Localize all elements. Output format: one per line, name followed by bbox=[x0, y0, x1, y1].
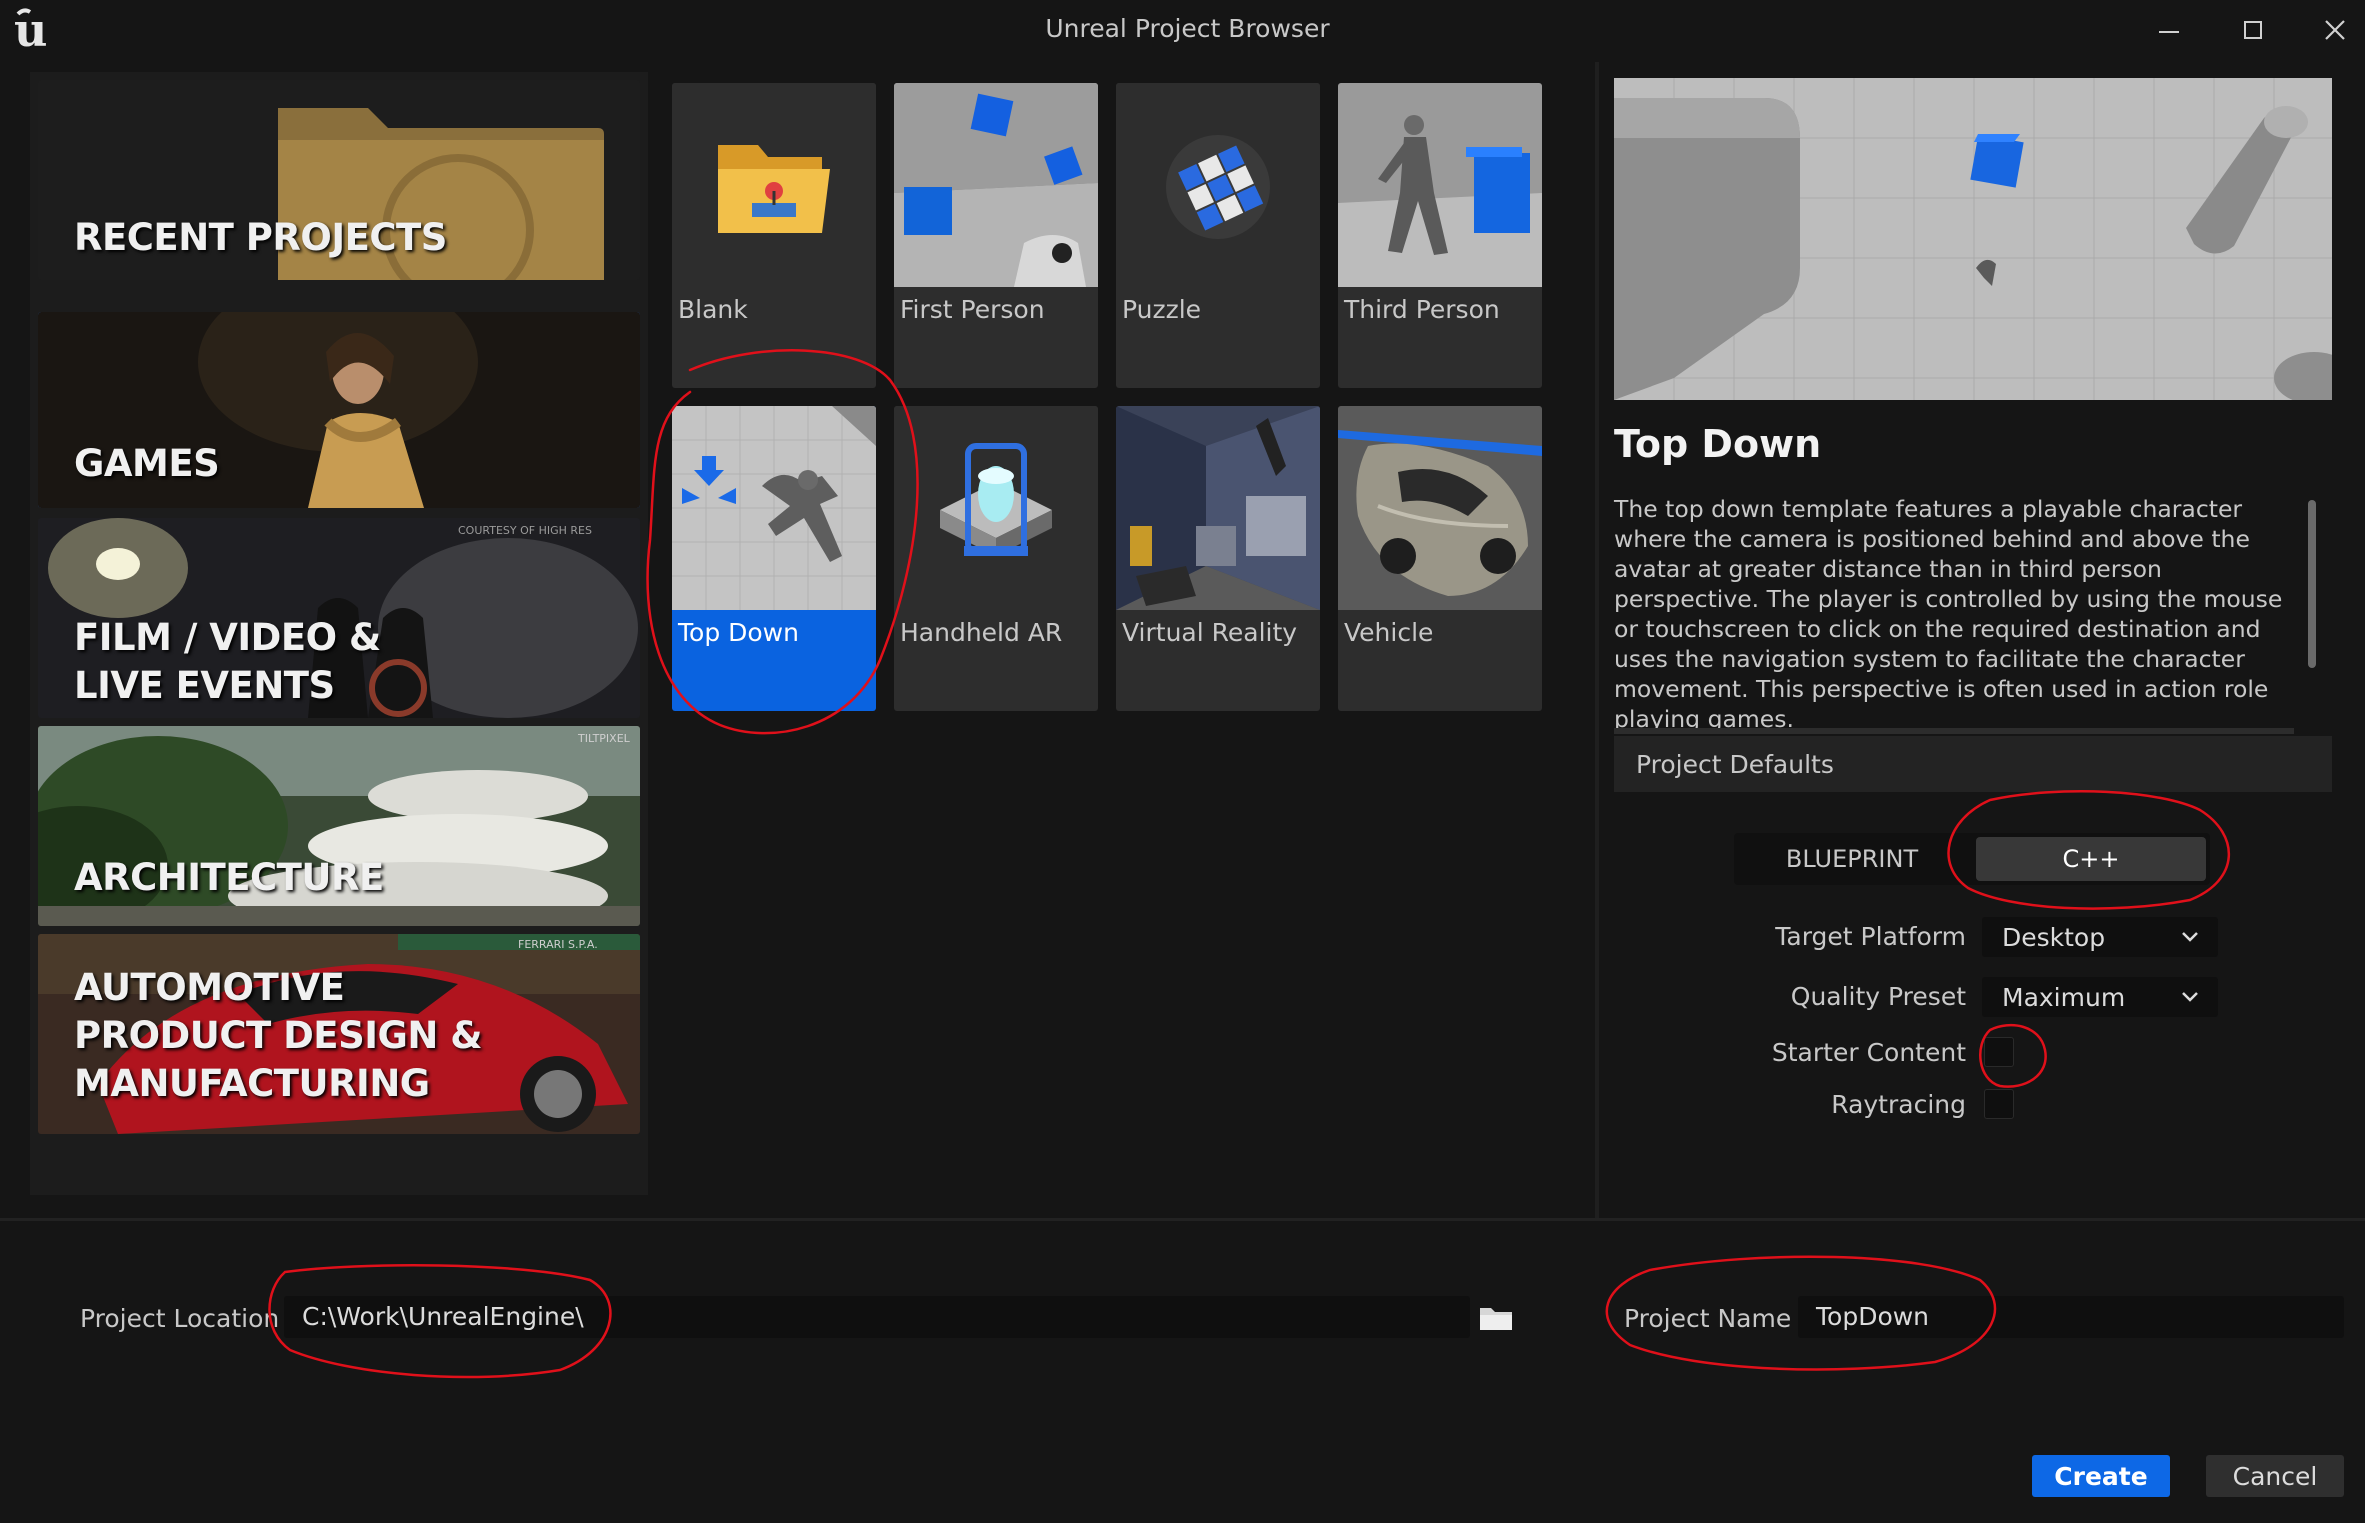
starter-content-checkbox[interactable] bbox=[1984, 1037, 2014, 1067]
category-film-video[interactable]: COURTESY OF HIGH RES FILM / VIDEO & LIVE… bbox=[38, 518, 640, 718]
category-label-line: FILM / VIDEO & bbox=[74, 616, 381, 659]
language-toggle: BLUEPRINT C++ bbox=[1734, 833, 2210, 885]
template-name: Blank bbox=[678, 295, 748, 324]
cancel-button[interactable]: Cancel bbox=[2206, 1455, 2344, 1497]
raytracing-label: Raytracing bbox=[1831, 1090, 1966, 1119]
handheld-ar-thumbnail bbox=[894, 406, 1098, 610]
folder-icon[interactable] bbox=[1478, 1304, 1514, 1332]
project-browser-window: u Unreal Project Browser RECENT PROJECTS bbox=[0, 0, 2365, 1523]
project-name-label: Project Name bbox=[1624, 1304, 1792, 1333]
category-label: RECENT PROJECTS bbox=[74, 216, 447, 259]
project-defaults-title: Project Defaults bbox=[1636, 750, 1834, 779]
raytracing-checkbox[interactable] bbox=[1984, 1089, 2014, 1119]
maximize-icon[interactable] bbox=[2228, 8, 2278, 52]
template-handheld-ar[interactable]: Handheld AR bbox=[894, 406, 1098, 711]
category-games[interactable]: GAMES bbox=[38, 312, 640, 508]
project-name-input[interactable]: TopDown bbox=[1798, 1296, 2344, 1338]
virtual-reality-thumbnail bbox=[1116, 406, 1320, 610]
detail-horizontal-scrollbar[interactable] bbox=[1614, 728, 2294, 734]
category-label-line: PRODUCT DESIGN & bbox=[74, 1014, 482, 1057]
category-label-line: MANUFACTURING bbox=[74, 1062, 430, 1105]
detail-description: The top down template features a playabl… bbox=[1614, 495, 2283, 733]
template-preview-image bbox=[1614, 78, 2332, 400]
category-label: ARCHITECTURE bbox=[74, 856, 384, 899]
create-button[interactable]: Create bbox=[2032, 1455, 2170, 1497]
target-platform-value: Desktop bbox=[2002, 923, 2106, 952]
bottom-divider bbox=[0, 1218, 2365, 1221]
window-title: Unreal Project Browser bbox=[1045, 14, 1330, 43]
description-scrollbar[interactable] bbox=[2308, 500, 2316, 668]
vehicle-thumbnail bbox=[1338, 406, 1542, 610]
starter-content-label: Starter Content bbox=[1771, 1038, 1966, 1067]
blueprint-option[interactable]: BLUEPRINT bbox=[1734, 833, 1970, 885]
template-name: First Person bbox=[900, 295, 1045, 324]
template-puzzle[interactable]: Puzzle bbox=[1116, 83, 1320, 388]
category-label: FILM / VIDEO & LIVE EVENTS bbox=[74, 614, 381, 710]
project-name-value: TopDown bbox=[1816, 1302, 1930, 1331]
category-architecture[interactable]: TILTPIXEL ARCHITECTURE bbox=[38, 726, 640, 926]
project-location-label: Project Location bbox=[80, 1304, 280, 1333]
project-location-input[interactable]: C:\Work\UnrealEngine\ bbox=[284, 1296, 1470, 1338]
project-location-value: C:\Work\UnrealEngine\ bbox=[302, 1302, 584, 1331]
quality-preset-label: Quality Preset bbox=[1790, 982, 1966, 1011]
template-name: Top Down bbox=[678, 618, 799, 647]
architecture-credit: TILTPIXEL bbox=[577, 732, 631, 745]
film-credit: COURTESY OF HIGH RES bbox=[458, 524, 592, 537]
template-third-person[interactable]: Third Person bbox=[1338, 83, 1542, 388]
puzzle-thumbnail bbox=[1116, 83, 1320, 287]
template-name: Virtual Reality bbox=[1122, 618, 1298, 647]
category-panel: RECENT PROJECTS GAMES COURTESY OF HIGH R… bbox=[30, 72, 648, 1195]
category-label: GAMES bbox=[74, 442, 220, 485]
quality-preset-dropdown[interactable]: Maximum bbox=[1982, 977, 2218, 1017]
category-recent-projects[interactable]: RECENT PROJECTS bbox=[38, 80, 640, 280]
minimize-icon[interactable] bbox=[2144, 8, 2194, 52]
cpp-option[interactable]: C++ bbox=[1976, 837, 2206, 881]
close-icon[interactable] bbox=[2310, 8, 2360, 52]
template-blank[interactable]: Blank bbox=[672, 83, 876, 388]
template-name: Third Person bbox=[1344, 295, 1500, 324]
category-automotive[interactable]: FERRARI S.P.A. AUTOMOTIVE PRODUCT DESIGN… bbox=[38, 934, 640, 1134]
template-name: Vehicle bbox=[1344, 618, 1434, 647]
target-platform-label: Target Platform bbox=[1775, 922, 1966, 951]
first-person-thumbnail bbox=[894, 83, 1098, 287]
top-down-thumbnail bbox=[672, 406, 876, 610]
category-label-line: LIVE EVENTS bbox=[74, 664, 335, 707]
title-bar: u Unreal Project Browser bbox=[0, 0, 2365, 60]
detail-title: Top Down bbox=[1614, 422, 1822, 466]
template-name: Handheld AR bbox=[900, 618, 1063, 647]
chevron-down-icon bbox=[2182, 992, 2198, 1002]
panel-divider bbox=[1595, 62, 1599, 1220]
template-name: Puzzle bbox=[1122, 295, 1202, 324]
template-vehicle[interactable]: Vehicle bbox=[1338, 406, 1542, 711]
third-person-thumbnail bbox=[1338, 83, 1542, 287]
chevron-down-icon bbox=[2182, 932, 2198, 942]
category-label-line: AUTOMOTIVE bbox=[74, 966, 345, 1009]
blank-folder-icon bbox=[672, 83, 876, 287]
project-defaults-header[interactable]: Project Defaults bbox=[1614, 736, 2332, 792]
automotive-credit: FERRARI S.P.A. bbox=[518, 938, 598, 951]
template-virtual-reality[interactable]: Virtual Reality bbox=[1116, 406, 1320, 711]
quality-preset-value: Maximum bbox=[2002, 983, 2126, 1012]
target-platform-dropdown[interactable]: Desktop bbox=[1982, 917, 2218, 957]
template-first-person[interactable]: First Person bbox=[894, 83, 1098, 388]
template-top-down[interactable]: Top Down bbox=[672, 406, 876, 711]
category-label: AUTOMOTIVE PRODUCT DESIGN & MANUFACTURIN… bbox=[74, 964, 482, 1108]
